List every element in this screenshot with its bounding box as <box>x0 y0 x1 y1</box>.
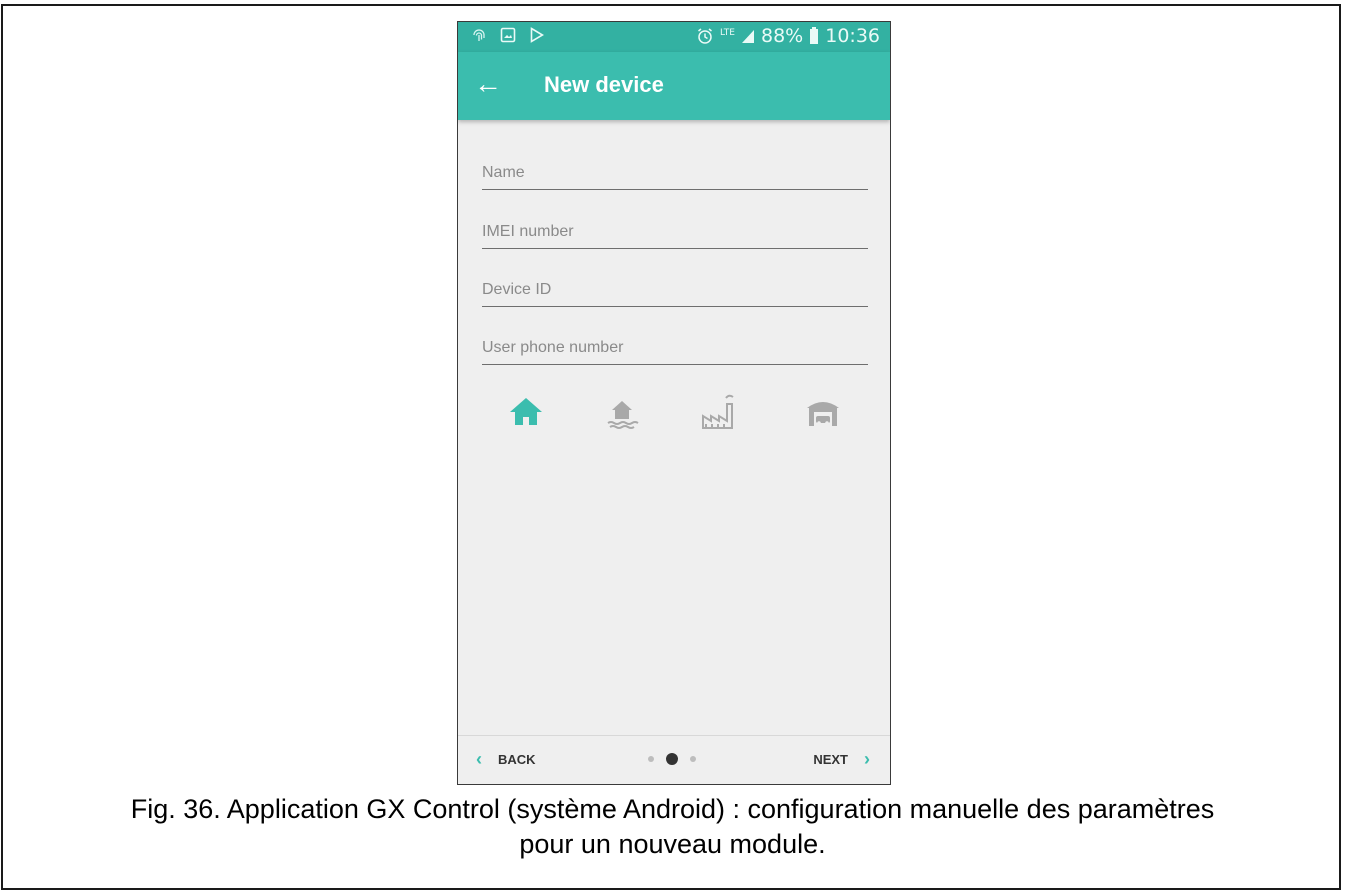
figure-caption: Fig. 36. Application GX Control (système… <box>0 792 1345 862</box>
caption-line-1: Fig. 36. Application GX Control (système… <box>130 794 1215 824</box>
next-label: NEXT <box>813 751 848 767</box>
page-title: New device <box>544 72 664 97</box>
page-dot <box>648 756 654 762</box>
factory-icon[interactable] <box>698 392 742 432</box>
back-label: BACK <box>498 751 536 767</box>
next-button[interactable]: NEXT › <box>813 749 870 769</box>
user-phone-field <box>482 333 868 365</box>
page-indicator <box>648 753 696 765</box>
battery-percent: 88% <box>761 25 804 47</box>
chevron-right-icon: › <box>864 749 870 769</box>
phone-screen: LTE 88% 10:36 ← New device Name IMEI num… <box>457 21 891 785</box>
back-button[interactable]: ‹ BACK <box>476 749 536 769</box>
imei-input[interactable] <box>482 217 868 247</box>
page-dot-active <box>666 753 678 765</box>
house-icon[interactable] <box>504 392 548 432</box>
play-store-icon <box>530 27 544 43</box>
device-id-field <box>482 275 868 307</box>
battery-icon <box>810 27 819 44</box>
network-type: LTE <box>720 28 735 38</box>
signal-icon <box>742 30 754 43</box>
clock: 10:36 <box>825 25 880 47</box>
caption-line-2: pour un nouveau module. <box>519 829 826 859</box>
chevron-left-icon: ‹ <box>476 749 482 769</box>
lake-house-icon[interactable] <box>601 392 645 432</box>
garage-icon[interactable] <box>801 392 845 432</box>
imei-field <box>482 217 868 249</box>
name-field <box>482 158 868 190</box>
app-bar: ← New device <box>458 52 890 120</box>
page-dot <box>690 756 696 762</box>
image-icon <box>500 27 516 43</box>
device-type-selector <box>482 392 868 432</box>
user-phone-input[interactable] <box>482 333 868 363</box>
bottom-navigation: ‹ BACK NEXT › <box>458 735 890 784</box>
arrow-back-icon[interactable]: ← <box>474 68 502 100</box>
fingerprint-icon <box>473 29 485 41</box>
name-input[interactable] <box>482 158 868 188</box>
alarm-icon <box>698 28 712 44</box>
status-bar: LTE 88% 10:36 <box>458 22 890 52</box>
device-id-input[interactable] <box>482 275 868 305</box>
